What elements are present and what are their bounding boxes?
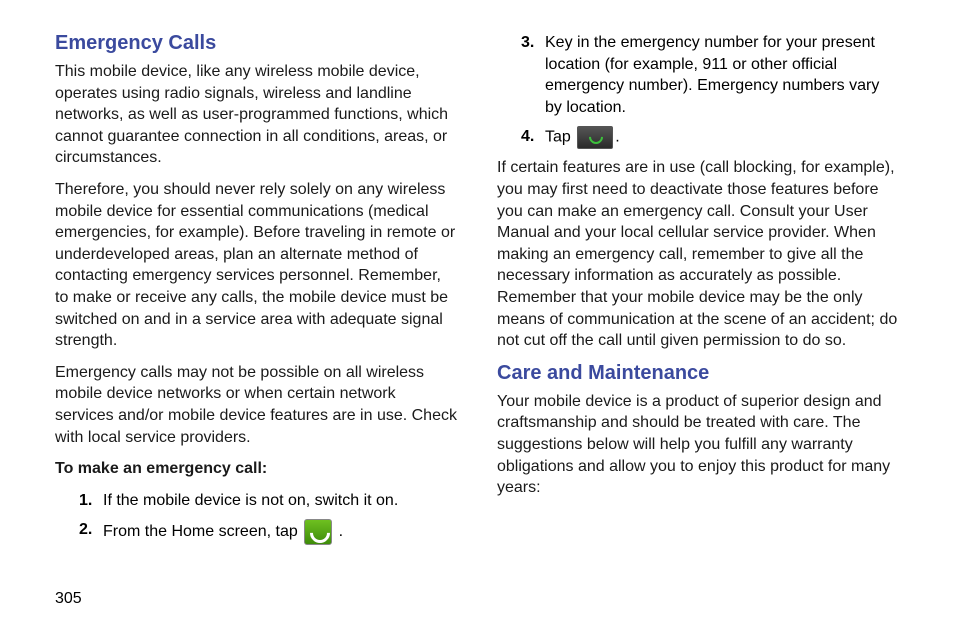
list-text: From the Home screen, tap (103, 524, 302, 541)
paragraph: Therefore, you should never rely solely … (55, 179, 457, 352)
ordered-list: If the mobile device is not on, switch i… (55, 490, 457, 546)
list-text: . (334, 524, 343, 541)
paragraph: This mobile device, like any wireless mo… (55, 61, 457, 169)
call-button-icon (577, 126, 613, 149)
paragraph: If certain features are in use (call blo… (497, 157, 899, 351)
page-number: 305 (55, 590, 82, 608)
list-item: If the mobile device is not on, switch i… (79, 490, 457, 512)
list-item: Tap . (521, 126, 899, 149)
heading-care-maintenance: Care and Maintenance (497, 362, 899, 385)
list-item: Key in the emergency number for your pre… (521, 32, 899, 118)
left-column: Emergency Calls This mobile device, like… (55, 32, 457, 553)
heading-emergency-calls: Emergency Calls (55, 32, 457, 55)
page-columns: Emergency Calls This mobile device, like… (55, 32, 899, 553)
paragraph: Emergency calls may not be possible on a… (55, 362, 457, 448)
list-item: From the Home screen, tap . (79, 519, 457, 545)
right-column: Key in the emergency number for your pre… (497, 32, 899, 553)
paragraph-bold: To make an emergency call: (55, 458, 457, 480)
list-text: Tap (545, 129, 575, 146)
paragraph: Your mobile device is a product of super… (497, 391, 899, 499)
ordered-list-continued: Key in the emergency number for your pre… (497, 32, 899, 149)
phone-app-icon (304, 519, 332, 545)
list-text: . (615, 129, 619, 146)
